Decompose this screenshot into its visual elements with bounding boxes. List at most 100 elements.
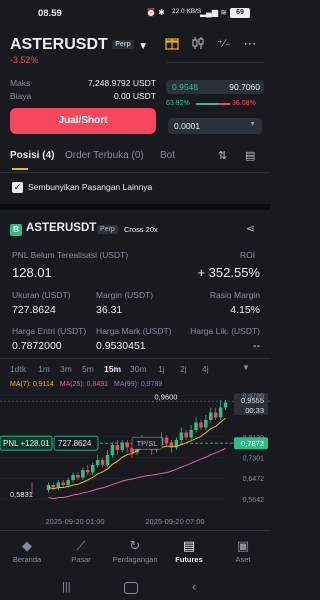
timeframe-15m[interactable]: 15m xyxy=(104,364,121,374)
symbol-title[interactable]: ASTERUSDT Perp ▼ xyxy=(10,36,148,54)
nav-aset[interactable]: ▣ Aset xyxy=(216,538,270,564)
candle-body xyxy=(71,475,75,480)
y-tick-label: 0,7301 xyxy=(243,455,265,462)
candle-body xyxy=(199,422,203,428)
symbol-name: ASTERUSDT xyxy=(10,36,108,53)
calculator-icon[interactable]: ⁺⁄₋ xyxy=(216,36,232,52)
sell-percent: 36.08% xyxy=(232,100,256,107)
nav-label: Perdagangan xyxy=(112,555,158,564)
nav-label: Futures xyxy=(175,555,203,564)
home-icon[interactable] xyxy=(124,582,138,594)
entry-price-value: 0.7872000 xyxy=(12,340,62,352)
candle-body xyxy=(223,402,228,408)
gift-icon[interactable] xyxy=(164,36,180,52)
candle-body xyxy=(179,432,183,440)
tab-indicator xyxy=(12,168,28,170)
timeframe-3m[interactable]: 3m xyxy=(60,364,72,374)
nav-label: Aset xyxy=(235,555,251,564)
recent-apps-icon[interactable]: ||| xyxy=(62,581,71,593)
ma99-label: MA(99): 0,9789 xyxy=(114,381,163,388)
status-icons: ⏰ ✱ xyxy=(146,8,165,17)
position-tabs: Posisi (4) Order Terbuka (0) Bot ⇅ ▤ xyxy=(0,150,270,172)
nav-pasar-icon: ⟋ xyxy=(76,538,86,553)
max-value: 7,248.9792 USDT xyxy=(87,78,156,88)
candle-body xyxy=(76,475,80,478)
candle-body xyxy=(105,455,110,465)
candle-body xyxy=(61,482,65,485)
tpsl-label: TP/SL xyxy=(137,439,158,448)
orderbook-price-row[interactable]: 0.9548 90.7060 xyxy=(166,80,264,94)
position-leverage[interactable]: Cross 20x xyxy=(124,225,158,234)
price-chart[interactable]: PNL +128.01 727.8624 TP/SL0,955500:330,960… xyxy=(0,388,270,528)
tab-positions[interactable]: Posisi (4) xyxy=(10,150,54,161)
fee-value: 0.00 USDT xyxy=(113,91,156,101)
nav-aset-icon: ▣ xyxy=(236,538,250,553)
max-label: Maks xyxy=(10,78,31,88)
candle-body xyxy=(189,430,193,438)
candle-body xyxy=(218,407,223,418)
more-options-icon[interactable]: ⋯ xyxy=(242,36,258,52)
nav-divider xyxy=(0,530,270,531)
sell-short-button[interactable]: Jual/Short xyxy=(10,108,156,134)
nav-futures-icon: ▤ xyxy=(182,538,196,553)
timeframe-1m[interactable]: 1m xyxy=(38,364,50,374)
nav-pasar[interactable]: ⟋ Pasar xyxy=(54,538,108,564)
candle-body xyxy=(164,437,169,443)
back-icon[interactable]: ‹ xyxy=(192,579,196,594)
size-tag: 727.8624 xyxy=(58,439,92,448)
timeframe-1j[interactable]: 1j xyxy=(158,364,165,374)
y-tick-label: 0,8130 xyxy=(243,435,265,442)
candle-body xyxy=(120,442,124,450)
timeframe-2j[interactable]: 2j xyxy=(180,364,187,374)
system-nav-bar: ||| ‹ xyxy=(0,575,270,600)
tabs-divider xyxy=(0,172,270,173)
position-perp-badge: Perp xyxy=(97,225,118,234)
ma-legend: MA(7): 0,9114 MA(25): 0,8491 MA(99): 0,9… xyxy=(10,381,162,388)
nav-futures[interactable]: ▤ Futures xyxy=(162,538,216,564)
countdown-label: 00:33 xyxy=(245,406,264,415)
candlestick-chart-icon[interactable] xyxy=(190,36,206,52)
tick-size-select[interactable]: 0.0001 ▼ xyxy=(168,118,262,134)
ratio-bar-fill xyxy=(196,103,218,105)
history-icon[interactable]: ▤ xyxy=(245,149,255,162)
timeframe-5m[interactable]: 5m xyxy=(82,364,94,374)
candle-body xyxy=(66,480,70,485)
roi-value: + 352.55% xyxy=(197,265,260,280)
size-label: Ukuran (USDT) xyxy=(12,290,71,300)
nav-beranda[interactable]: ◆ Beranda xyxy=(0,538,54,564)
nav-perdagangan[interactable]: ↻ Perdagangan xyxy=(108,538,162,564)
x-tick-label: 2025-09-20 01:00 xyxy=(45,517,104,526)
sort-icon[interactable]: ⇅ xyxy=(218,149,227,162)
candle-body xyxy=(91,465,95,473)
pnl-value: 128.01 xyxy=(12,265,52,280)
candle-body xyxy=(115,445,120,450)
timeframe-30m[interactable]: 30m xyxy=(130,364,147,374)
chevron-down-icon: ▼ xyxy=(138,41,149,52)
candle-body xyxy=(81,470,85,478)
candle-body xyxy=(213,412,218,418)
candle-body xyxy=(194,422,198,430)
share-icon[interactable]: ⋖ xyxy=(246,222,255,235)
candle-body xyxy=(51,485,56,488)
nav-beranda-icon: ◆ xyxy=(22,538,32,553)
ratio-bar xyxy=(196,103,230,105)
candle-body xyxy=(95,460,100,465)
tab-bot[interactable]: Bot xyxy=(160,150,175,161)
section-gap xyxy=(0,204,270,210)
hide-pairs-checkbox[interactable]: ✓ xyxy=(12,182,23,193)
position-symbol[interactable]: ASTERUSDT xyxy=(26,222,96,234)
candle-body xyxy=(204,420,208,428)
timeframe-4j[interactable]: 4j xyxy=(202,364,209,374)
perp-badge: Perp xyxy=(112,40,134,50)
tick-size-value: 0.0001 xyxy=(174,121,200,131)
candle-body xyxy=(209,412,213,420)
y-tick-label: 0,6472 xyxy=(243,476,265,483)
network-speed: 22.0 KB/S xyxy=(172,8,202,15)
mark-price-label: Harga Mark (USDT) xyxy=(96,326,172,336)
tab-open-orders[interactable]: Order Terbuka (0) xyxy=(65,150,144,161)
timeframe-1dtk[interactable]: 1dtk xyxy=(10,364,26,374)
margin-ratio-value: 4.15% xyxy=(230,304,260,316)
low-label: 0,5831 xyxy=(10,490,33,499)
liq-price-value: -- xyxy=(253,340,260,352)
more-timeframes-icon[interactable]: ▼ xyxy=(242,363,250,372)
